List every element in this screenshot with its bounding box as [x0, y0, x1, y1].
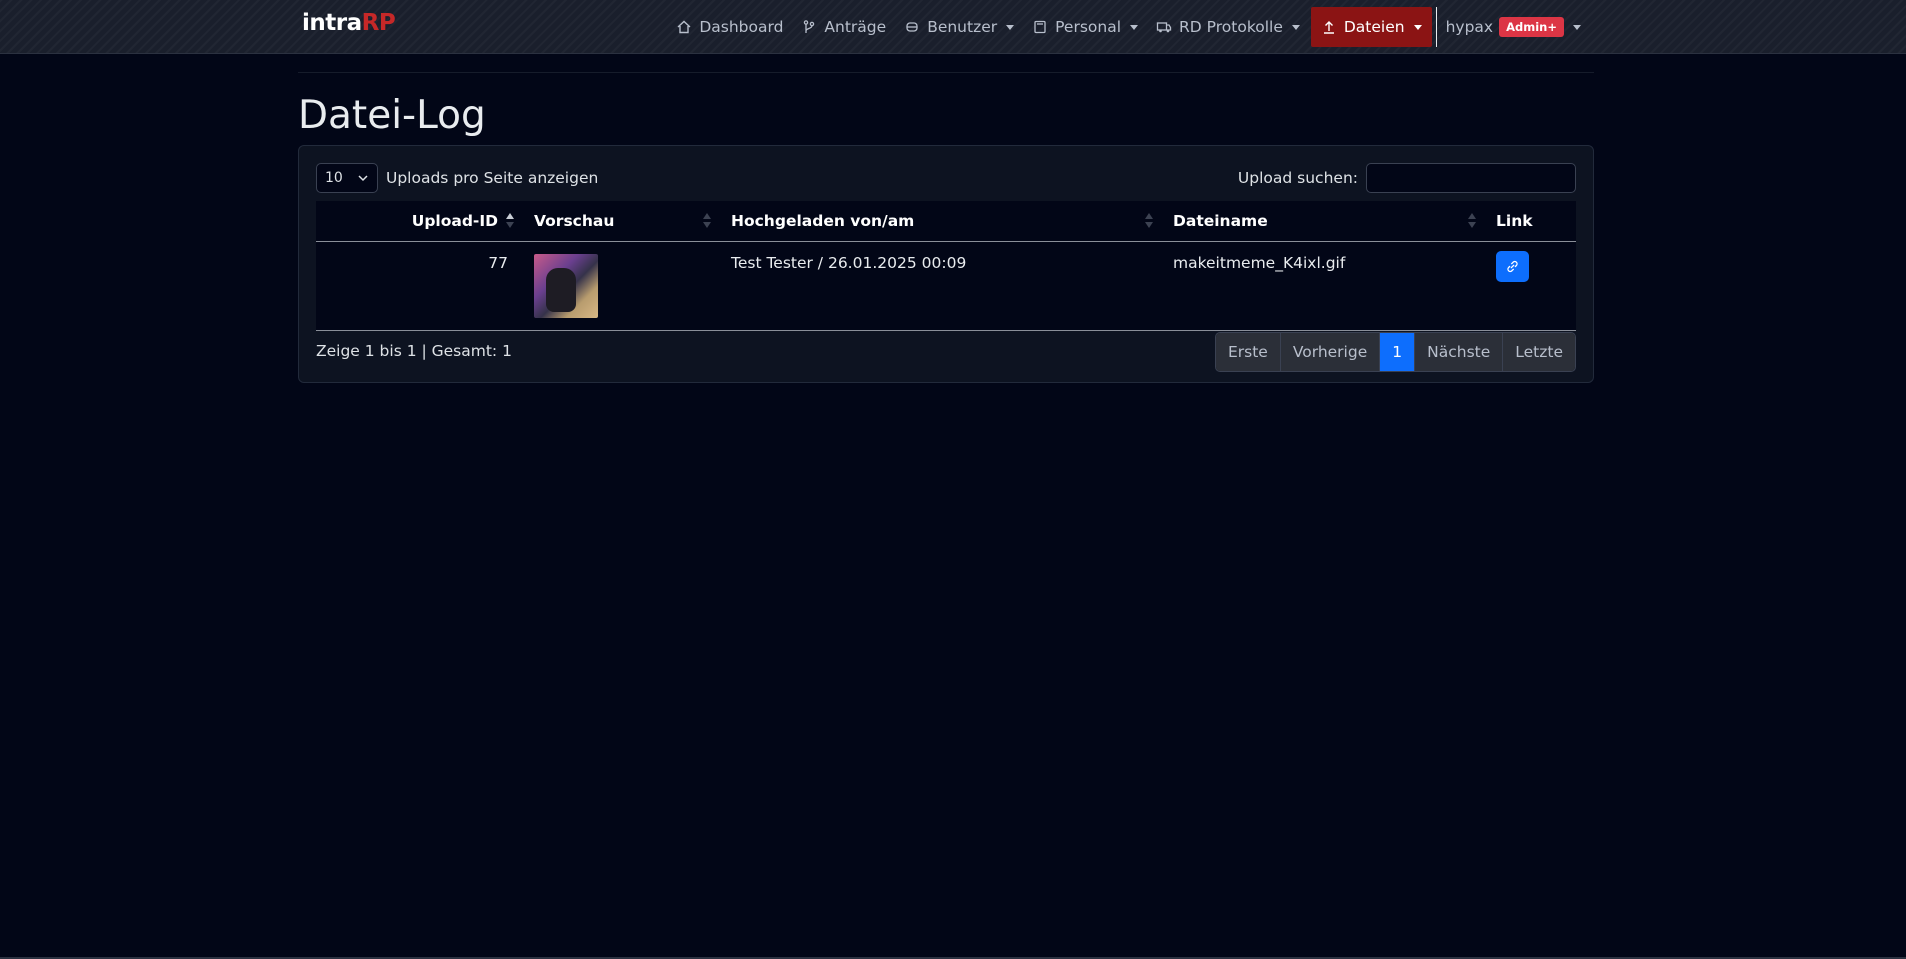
search-control: Upload suchen: [1238, 163, 1576, 193]
column-header-upload-id[interactable]: Upload-ID [316, 201, 524, 242]
main-nav: Dashboard Anträge Benutzer Personal RD P… [667, 0, 1590, 54]
sort-icon [703, 213, 711, 229]
chevron-down-icon [358, 175, 368, 182]
chevron-down-icon [1006, 24, 1015, 30]
pagination-previous[interactable]: Vorherige [1280, 333, 1381, 371]
pagination-first[interactable]: Erste [1215, 333, 1281, 371]
chevron-down-icon [1291, 24, 1300, 30]
column-header-uploaded[interactable]: Hochgeladen von/am [721, 201, 1163, 242]
column-header-label: Upload-ID [411, 212, 498, 230]
cell-link [1486, 241, 1576, 331]
nav-antraege-label: Anträge [824, 18, 887, 36]
brand-text-rp: RP [361, 10, 396, 36]
page-length-label: Uploads pro Seite anzeigen [386, 169, 599, 187]
column-header-label: Vorschau [534, 212, 615, 230]
cell-uploaded: Test Tester / 26.01.2025 00:09 [721, 241, 1163, 331]
page-length-control: 10 Uploads pro Seite anzeigen [316, 163, 598, 193]
table-info: Zeige 1 bis 1 | Gesamt: 1 [316, 342, 512, 360]
nav-dateien[interactable]: Dateien [1310, 7, 1432, 47]
top-navbar: intraRP Dashboard Anträge Benutzer Perso… [0, 0, 1906, 54]
cat-image [546, 268, 576, 312]
user-role-badge: Admin+ [1499, 17, 1564, 37]
link-icon [1507, 260, 1518, 273]
uploads-table: Upload-ID Vorschau Hochgeladen von/am Da… [316, 201, 1576, 331]
pagination: Erste Vorherige 1 Nächste Letzte [1214, 332, 1576, 372]
page-length-value: 10 [325, 170, 343, 186]
nav-user-menu[interactable]: hypax Admin+ [1437, 7, 1590, 47]
nav-personal-label: Personal [1055, 18, 1122, 36]
upload-icon [1323, 21, 1334, 34]
nav-benutzer-label: Benutzer [927, 18, 998, 36]
nav-dashboard[interactable]: Dashboard [667, 7, 792, 47]
datatable-card: 10 Uploads pro Seite anzeigen Upload suc… [298, 145, 1594, 383]
open-link-button[interactable] [1496, 251, 1529, 282]
column-header-label: Dateiname [1173, 212, 1268, 230]
sort-icon [1145, 213, 1153, 229]
column-header-filename[interactable]: Dateiname [1163, 201, 1486, 242]
divider [298, 72, 1594, 73]
pagination-page-1[interactable]: 1 [1380, 333, 1416, 371]
column-header-label: Hochgeladen von/am [731, 212, 915, 230]
column-header-label: Link [1496, 212, 1533, 230]
page-length-select[interactable]: 10 [316, 163, 378, 193]
users-icon [906, 22, 918, 32]
search-input[interactable] [1366, 163, 1576, 193]
nav-rd-protokolle-label: RD Protokolle [1179, 18, 1283, 36]
search-label: Upload suchen: [1237, 169, 1358, 187]
nav-personal[interactable]: Personal [1023, 7, 1147, 47]
pagination-last[interactable]: Letzte [1503, 333, 1575, 371]
cell-upload-id: 77 [316, 241, 524, 331]
sort-icon [506, 213, 514, 229]
chevron-down-icon [1413, 24, 1422, 30]
main-content: Datei-Log 10 Uploads pro Seite anzeigen … [298, 72, 1594, 383]
chevron-down-icon [1573, 24, 1581, 30]
sort-icon [1468, 213, 1476, 229]
nav-dateien-label: Dateien [1343, 18, 1405, 36]
branch-icon [804, 20, 815, 33]
brand-logo[interactable]: intraRP [302, 10, 396, 36]
nav-antraege[interactable]: Anträge [792, 7, 895, 47]
preview-thumbnail[interactable] [534, 254, 598, 318]
column-header-vorschau[interactable]: Vorschau [524, 201, 721, 242]
table-row: 77 Test Tester / 26.01.2025 00:09 makeit… [316, 241, 1576, 331]
id-card-icon [1034, 20, 1046, 34]
column-header-link: Link [1486, 201, 1576, 242]
chevron-down-icon [1130, 24, 1139, 30]
pagination-next[interactable]: Nächste [1415, 333, 1504, 371]
nav-rd-protokolle[interactable]: RD Protokolle [1147, 7, 1309, 47]
page-title: Datei-Log [298, 93, 486, 138]
cell-filename: makeitmeme_K4ixl.gif [1163, 241, 1486, 331]
brand-text-intra: intra [302, 10, 362, 36]
nav-benutzer[interactable]: Benutzer [895, 7, 1023, 47]
table-header-row: Upload-ID Vorschau Hochgeladen von/am Da… [316, 201, 1576, 242]
ambulance-icon [1156, 22, 1172, 33]
nav-dashboard-label: Dashboard [699, 18, 784, 36]
user-name: hypax [1445, 18, 1494, 36]
home-icon [677, 20, 691, 34]
cell-preview [524, 241, 721, 331]
